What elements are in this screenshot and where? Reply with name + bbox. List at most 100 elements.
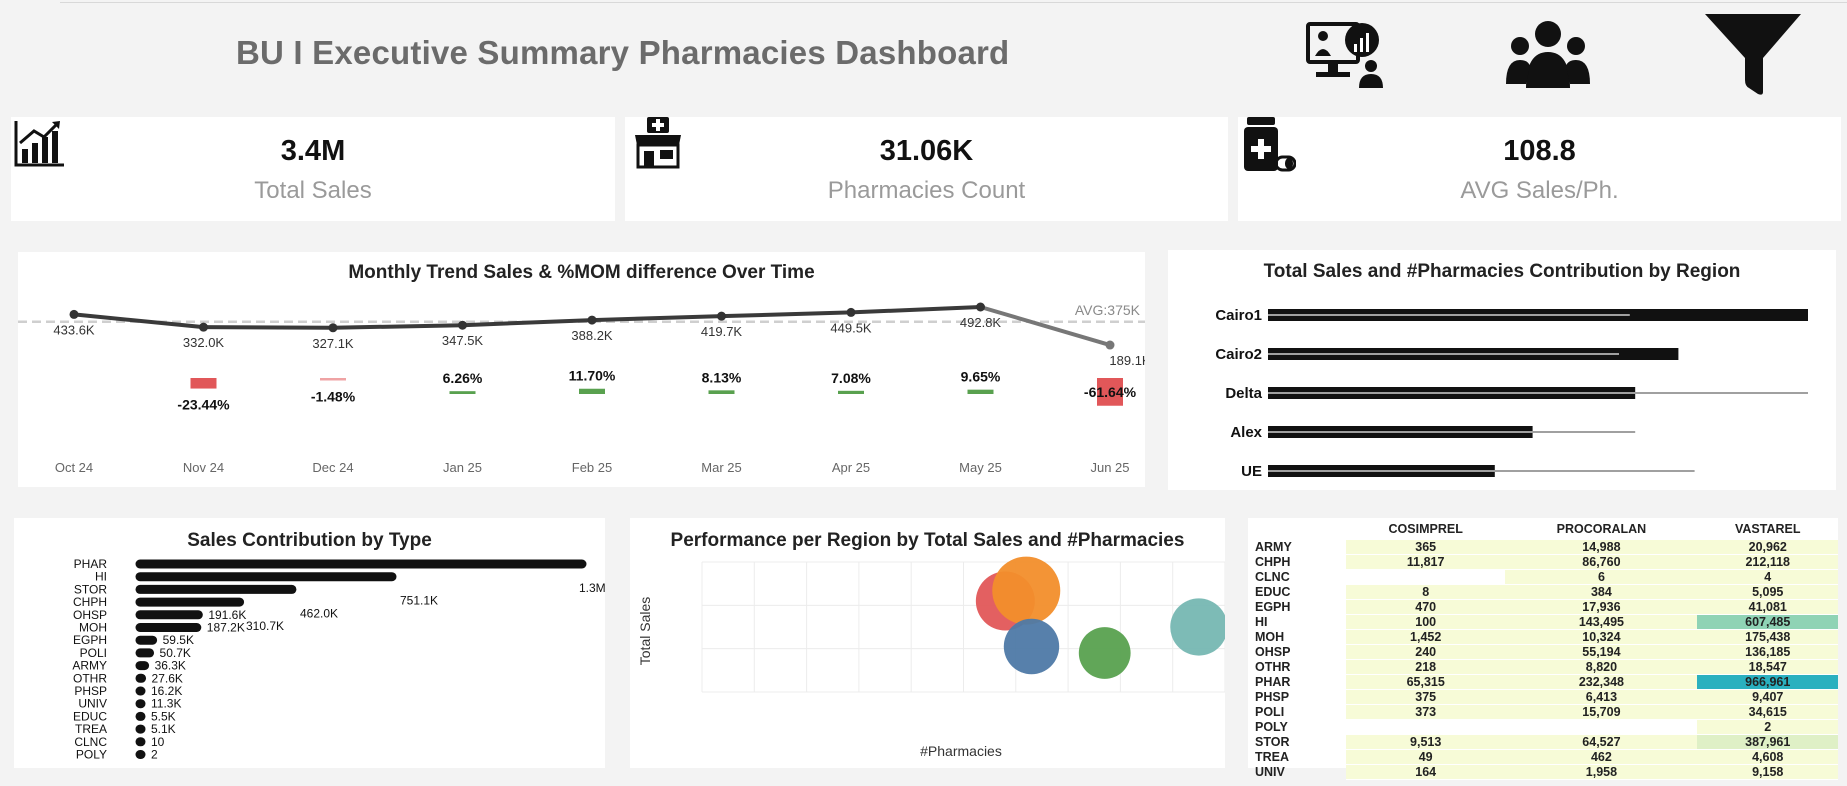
heatmap-col-header: COSIMPREL xyxy=(1388,522,1463,536)
sales-point xyxy=(717,311,726,321)
heatmap-cell: 136,185 xyxy=(1697,644,1838,660)
mom-label: 6.26% xyxy=(443,370,483,386)
sales-point xyxy=(976,302,985,312)
total-sales-value: 3.4M xyxy=(280,135,346,167)
heatmap-cell: 34,615 xyxy=(1697,704,1838,720)
region-label: UE xyxy=(1241,463,1262,480)
region-contribution-chart: Cairo1 Cairo2 Delta Alex UE xyxy=(1215,307,1808,480)
region-contribution-title: Total Sales and #Pharmacies Contribution… xyxy=(1263,261,1741,282)
heatmap-row-label: HI xyxy=(1255,615,1268,629)
heatmap-cell: 20,962 xyxy=(1697,540,1838,555)
heatmap-row: MOH 1,452 10,324 175,438 xyxy=(1248,629,1838,645)
heatmap-row-label: EDUC xyxy=(1255,585,1291,599)
heatmap-cell: 64,527 xyxy=(1505,734,1698,750)
heatmap-col-header: VASTAREL xyxy=(1734,522,1801,536)
mom-label: -1.48% xyxy=(311,389,356,405)
pharmacies-count-label: Pharmacies Count xyxy=(827,177,1026,204)
sales-line-segment xyxy=(849,305,983,315)
sales-point xyxy=(587,315,597,325)
heatmap-row: CHPH 11,817 86,760 212,118 xyxy=(1248,554,1838,570)
mom-bar xyxy=(708,390,735,394)
region-contribution-panel: Total Sales and #Pharmacies Contribution… xyxy=(1168,250,1836,490)
region-bubble xyxy=(1078,627,1131,679)
heatmap-row-label: UNIV xyxy=(1255,765,1285,779)
mom-label: -23.44% xyxy=(177,397,230,413)
presentation-icon[interactable] xyxy=(1306,18,1390,95)
heatmap-row: EGPH 470 17,936 41,081 xyxy=(1248,599,1838,615)
heatmap-cell: 4,608 xyxy=(1697,749,1838,765)
region-performance-panel: Performance per Region by Total Sales an… xyxy=(630,518,1225,768)
region-performance-title: Performance per Region by Total Sales an… xyxy=(670,530,1185,551)
heatmap-cell: 8,820 xyxy=(1505,659,1698,675)
heatmap-cell: 9,407 xyxy=(1697,689,1838,705)
heatmap-row-label: ARMY xyxy=(1255,540,1292,555)
region-label: Cairo1 xyxy=(1215,307,1262,324)
heatmap-row-label: CLNC xyxy=(1255,570,1290,584)
heatmap-cell: 6 xyxy=(1505,569,1698,585)
mom-bar xyxy=(838,390,864,394)
heatmap-cell: 65,315 xyxy=(1346,674,1506,690)
type-label: POLY xyxy=(76,748,107,762)
kpi-card-total-sales: 3.4M Total Sales xyxy=(11,117,615,221)
total-sales-label: Total Sales xyxy=(254,177,372,204)
sales-point xyxy=(458,320,467,330)
avg-sales-label: AVG Sales/Ph. xyxy=(1460,177,1619,204)
heatmap-cell: 18,547 xyxy=(1697,659,1838,675)
heatmap-cell: 9,513 xyxy=(1346,734,1506,750)
heatmap-cell: 462 xyxy=(1505,749,1698,765)
month-axis-label: Jan 25 xyxy=(443,460,482,475)
heatmap-cell: 8 xyxy=(1346,584,1506,600)
heatmap-cell: 384 xyxy=(1505,584,1698,600)
sales-value-label: 449.5K xyxy=(830,320,872,335)
heatmap-cell: 218 xyxy=(1346,659,1506,675)
product-type-heatmap-panel: COSIMPREL PROCORALAN VASTAREL ARMY 365 14,… xyxy=(1248,518,1838,780)
heatmap-row: OHSP 240 55,194 136,185 xyxy=(1248,644,1838,660)
sales-value-label: 332.0K xyxy=(183,335,225,350)
heatmap-cell: 5,095 xyxy=(1697,584,1838,600)
mom-bar xyxy=(579,388,605,394)
heatmap-cell: 10,324 xyxy=(1505,629,1698,645)
month-axis-label: Oct 24 xyxy=(55,460,93,475)
sales-value-label: 492.8K xyxy=(960,315,1002,330)
heatmap-col-header: PROCORALAN xyxy=(1556,522,1647,536)
heatmap-cell: 212,118 xyxy=(1697,554,1838,570)
heatmap-cell: 17,936 xyxy=(1505,599,1698,615)
users-icon[interactable] xyxy=(1506,18,1590,95)
type-value-label: 2 xyxy=(151,748,158,762)
heatmap-row: OTHR 218 8,820 18,547 xyxy=(1248,659,1838,675)
heatmap-row: UNIV 164 1,958 9,158 xyxy=(1248,764,1838,780)
month-axis-label: Mar 25 xyxy=(701,460,741,475)
monthly-trend-chart: AVG:375K 433.6K 332.0K 327.1K 347.5K 388.2K 41… xyxy=(18,302,1145,475)
region-label: Cairo2 xyxy=(1215,346,1262,363)
kpi-card-pharmacies-count: 31.06K Pharmacies Count xyxy=(625,117,1228,221)
heatmap-cell xyxy=(1346,569,1506,585)
mom-label: 9.65% xyxy=(961,369,1001,385)
heatmap-cell: 232,348 xyxy=(1505,674,1698,690)
heatmap-row-label: PHSP xyxy=(1255,690,1290,704)
top-divider xyxy=(60,2,1847,3)
mom-bar xyxy=(449,391,476,394)
heatmap-row-label: STOR xyxy=(1255,735,1290,749)
heatmap-cell: 164 xyxy=(1346,764,1506,780)
heatmap-cell: 1,452 xyxy=(1346,629,1506,645)
heatmap-row: PHAR 65,315 232,348 966,961 xyxy=(1248,674,1838,690)
heatmap-cell: 4 xyxy=(1697,569,1838,585)
pharmacies-count-value: 31.06K xyxy=(879,135,974,167)
type-value-label: 751.1K xyxy=(400,594,438,608)
heatmap-corner xyxy=(1248,518,1346,540)
sales-by-type-title: Sales Contribution by Type xyxy=(187,530,432,551)
sales-line-segment xyxy=(331,323,465,330)
heatmap-cell: 100 xyxy=(1346,614,1506,630)
heatmap-cell: 41,081 xyxy=(1697,599,1838,615)
heatmap-cell: 387,961 xyxy=(1697,734,1838,750)
heatmap-cell: 49 xyxy=(1346,749,1506,765)
heatmap-row: ARMY 365 14,988 20,962 xyxy=(1248,540,1838,555)
heatmap-row-label: TREA xyxy=(1255,750,1290,764)
sales-value-label: 433.6K xyxy=(53,322,95,337)
heatmap-cell: 365 xyxy=(1346,540,1506,555)
heatmap-row-label: POLY xyxy=(1255,720,1288,734)
region-label: Delta xyxy=(1225,385,1262,402)
mom-label: 7.08% xyxy=(831,370,871,386)
filter-icon[interactable] xyxy=(1703,14,1803,101)
region-bubble xyxy=(1170,598,1225,656)
